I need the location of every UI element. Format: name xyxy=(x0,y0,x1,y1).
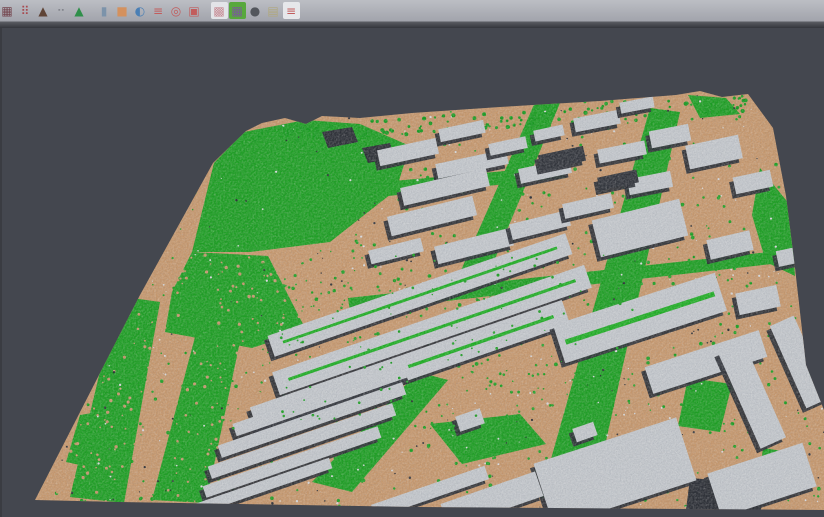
cloud-clip-group xyxy=(0,85,824,517)
point-cloud-scene xyxy=(0,0,824,517)
dark-grain-overlay xyxy=(0,85,824,517)
viewport-3d[interactable] xyxy=(0,28,824,517)
application-window: ▦⠿▲⠒▲▮■◐≡◎▣▩▦●▤≡ xyxy=(0,0,824,517)
